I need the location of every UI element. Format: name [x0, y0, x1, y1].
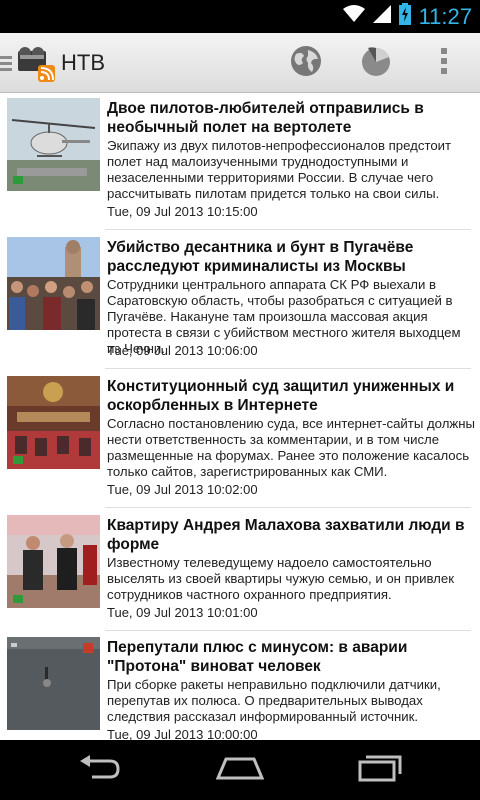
- news-description: Согласно постановлению суда, все интерне…: [107, 416, 475, 479]
- divider: [105, 368, 471, 369]
- news-date: Tue, 09 Jul 2013 10:00:00: [107, 727, 258, 740]
- news-date: Tue, 09 Jul 2013 10:02:00: [107, 482, 258, 497]
- news-thumbnail-uniformed-people: [7, 515, 100, 608]
- app-logo-icon[interactable]: [16, 45, 56, 83]
- status-bar: 11:27: [0, 0, 480, 33]
- news-item[interactable]: Конституционный суд защитил униженных и …: [0, 372, 480, 511]
- menu-lines-icon[interactable]: [0, 53, 12, 73]
- action-bar: НТВ: [0, 33, 480, 93]
- overflow-menu-button[interactable]: [424, 43, 464, 83]
- globe-icon: [290, 45, 322, 82]
- news-date: Tue, 09 Jul 2013 10:06:00: [107, 343, 258, 358]
- cell-signal-icon: [372, 5, 391, 28]
- battery-charging-icon: [398, 3, 411, 30]
- news-description: Экипажу из двух пилотов-непрофессионалов…: [107, 138, 452, 201]
- news-thumbnail-crowd: [7, 237, 100, 330]
- news-date: Tue, 09 Jul 2013 10:01:00: [107, 605, 258, 620]
- wifi-icon: [342, 5, 365, 28]
- news-title[interactable]: Убийство десантника и бунт в Пугачёве ра…: [107, 238, 469, 276]
- news-thumbnail-rocket-sky: [7, 637, 100, 730]
- back-button[interactable]: [70, 752, 130, 788]
- news-feed[interactable]: Двое пилотов-любителей отправились в нео…: [0, 94, 480, 740]
- status-icons: 11:27: [342, 0, 472, 33]
- news-item[interactable]: Убийство десантника и бунт в Пугачёве ра…: [0, 233, 480, 372]
- news-item[interactable]: Перепутали плюс с минусом: в аварии "Про…: [0, 633, 480, 740]
- divider: [105, 229, 471, 230]
- app-title: НТВ: [61, 50, 105, 75]
- navigation-bar: [0, 740, 480, 800]
- news-title[interactable]: Конституционный суд защитил униженных и …: [107, 377, 469, 415]
- news-item[interactable]: Двое пилотов-любителей отправились в нео…: [0, 94, 480, 233]
- home-button[interactable]: [210, 752, 270, 788]
- pie-chart-icon: [360, 45, 392, 82]
- news-date: Tue, 09 Jul 2013 10:15:00: [107, 204, 258, 219]
- home-icon: [215, 756, 265, 785]
- news-title[interactable]: Двое пилотов-любителей отправились в нео…: [107, 99, 469, 137]
- status-time: 11:27: [418, 3, 472, 29]
- back-icon: [78, 754, 122, 786]
- news-title[interactable]: Квартиру Андрея Малахова захватили люди …: [107, 516, 469, 554]
- globe-button[interactable]: [286, 43, 326, 83]
- news-thumbnail-courtroom: [7, 376, 100, 469]
- news-thumbnail-helicopter: [7, 98, 100, 191]
- divider: [105, 630, 471, 631]
- recent-apps-icon: [358, 754, 402, 787]
- overflow-menu-icon: [440, 47, 448, 80]
- recent-apps-button[interactable]: [350, 752, 410, 788]
- news-description: Известному телеведущему надоело самостоя…: [107, 555, 454, 602]
- divider: [105, 507, 471, 508]
- news-description: При сборке ракеты неправильно подключили…: [107, 677, 441, 724]
- news-item[interactable]: Квартиру Андрея Малахова захватили люди …: [0, 511, 480, 650]
- stats-button[interactable]: [356, 43, 396, 83]
- news-title[interactable]: Перепутали плюс с минусом: в аварии "Про…: [107, 638, 469, 676]
